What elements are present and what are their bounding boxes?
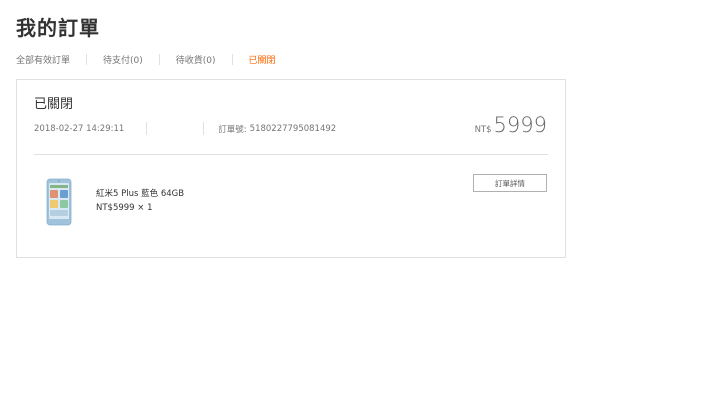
order-status: 已關閉 [34,97,74,112]
tab-pending-payment[interactable]: 待支付(0) [103,53,143,66]
order-datetime: 2018-02-27 14:29:11 [34,123,125,134]
page-title: 我的訂單 [16,16,100,40]
order-filter-tabs: 全部有效訂單 待支付(0) 待收貨(0) 已關閉 [16,53,276,66]
order-total-amount: 5999 [493,113,547,137]
order-detail-button[interactable]: 訂單詳情 [473,174,547,192]
meta-divider [203,122,205,135]
order-divider [34,154,548,155]
phone-icon[interactable] [41,178,77,226]
tab-closed[interactable]: 已關閉 [249,53,276,66]
order-total: NT$ 5999 [475,113,547,137]
tab-divider [158,54,160,65]
order-total-currency: NT$ [474,125,492,135]
order-card: 已關閉 2018-02-27 14:29:11 訂單號: 51802277950… [16,79,566,258]
product-name[interactable]: 紅米5 Plus 藍色 64GB [96,187,184,201]
order-number: 5180227795081492 [249,123,337,134]
order-number-label: 訂單號: [218,124,247,135]
product-info: 紅米5 Plus 藍色 64GB NT$5999 × 1 [96,187,184,215]
tab-divider [86,54,88,65]
tab-divider [231,54,233,65]
tab-all-valid-orders[interactable]: 全部有效訂單 [16,53,70,66]
order-meta: 2018-02-27 14:29:11 訂單號: 518022779508149… [34,122,336,135]
tab-pending-delivery[interactable]: 待收貨(0) [176,53,216,66]
product-price-quantity: NT$5999 × 1 [96,203,153,213]
meta-divider [146,122,148,135]
